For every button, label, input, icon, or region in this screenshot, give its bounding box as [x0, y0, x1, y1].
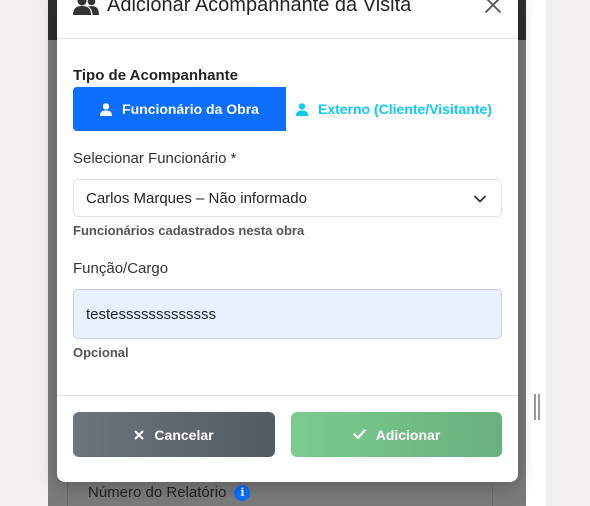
info-icon[interactable]: i [234, 484, 251, 501]
add-button-label: Adicionar [375, 426, 441, 443]
add-companion-modal: Adicionar Acompanhante da Visita Tipo de… [57, 0, 518, 482]
cancel-button-label: Cancelar [154, 426, 214, 443]
modal-title-text: Adicionar Acompanhante da Visita [107, 0, 412, 16]
modal-title: Adicionar Acompanhante da Visita [73, 0, 411, 17]
companion-type-toggle: Funcionário da Obra Externo (Cliente/Vis… [73, 87, 502, 131]
resize-handle[interactable] [534, 394, 540, 420]
toggle-employee[interactable]: Funcionário da Obra [73, 87, 286, 131]
role-input[interactable]: testesssssssssssss [73, 289, 502, 339]
toggle-external-label: Externo (Cliente/Visitante) [317, 101, 492, 117]
report-number-label: Número do Relatório [88, 484, 227, 501]
close-icon[interactable] [484, 0, 502, 14]
employee-select[interactable]: Carlos Marques – Não informado [73, 179, 502, 217]
companion-type-label: Tipo de Acompanhante [73, 67, 239, 84]
chevron-down-icon [474, 195, 486, 203]
role-field-label: Função/Cargo [73, 260, 169, 277]
add-button[interactable]: Adicionar [291, 412, 502, 457]
cancel-button[interactable]: Cancelar [73, 412, 275, 457]
close-icon [134, 430, 144, 439]
toggle-external[interactable]: Externo (Cliente/Visitante) [286, 87, 502, 131]
toggle-employee-label: Funcionário da Obra [122, 101, 259, 117]
modal-header: Adicionar Acompanhante da Visita [57, 0, 518, 39]
employee-select-value: Carlos Marques – Não informado [86, 189, 307, 207]
check-icon [353, 429, 366, 440]
role-input-value: testesssssssssssss [86, 305, 217, 323]
background-right-panel [526, 0, 546, 506]
user-icon [100, 102, 113, 116]
users-icon [73, 0, 99, 15]
background-field-label: Número do Relatório i [88, 484, 251, 501]
user-icon [295, 102, 308, 116]
role-field-help: Opcional [73, 345, 129, 360]
employee-select-help: Funcionários cadastrados nesta obra [73, 223, 305, 238]
employee-select-label: Selecionar Funcionário * [73, 150, 237, 167]
modal-footer-divider [57, 395, 518, 396]
